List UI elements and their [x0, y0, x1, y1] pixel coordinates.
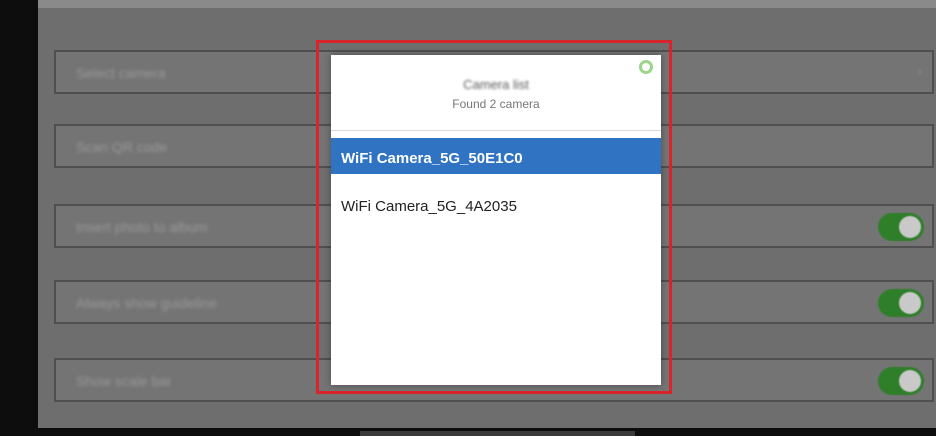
toggle-knob [899, 292, 921, 314]
settings-row-label: Show scale bar [76, 373, 172, 389]
device-frame-notch [360, 431, 635, 436]
settings-row-label: Always show guideline [76, 295, 217, 311]
top-bar [38, 0, 936, 8]
settings-row-label: Insert photo to album [76, 219, 208, 235]
screen: Select camera › Scan QR code Insert phot… [0, 0, 936, 436]
guideline-toggle[interactable] [878, 289, 924, 317]
chevron-right-icon: › [917, 63, 922, 79]
settings-row-label: Select camera [76, 65, 166, 81]
scale-bar-toggle[interactable] [878, 367, 924, 395]
insert-photo-toggle[interactable] [878, 213, 924, 241]
settings-row-label: Scan QR code [76, 139, 168, 155]
highlight-box [316, 40, 672, 394]
toggle-knob [899, 370, 921, 392]
toggle-knob [899, 216, 921, 238]
device-frame-left [0, 0, 38, 436]
